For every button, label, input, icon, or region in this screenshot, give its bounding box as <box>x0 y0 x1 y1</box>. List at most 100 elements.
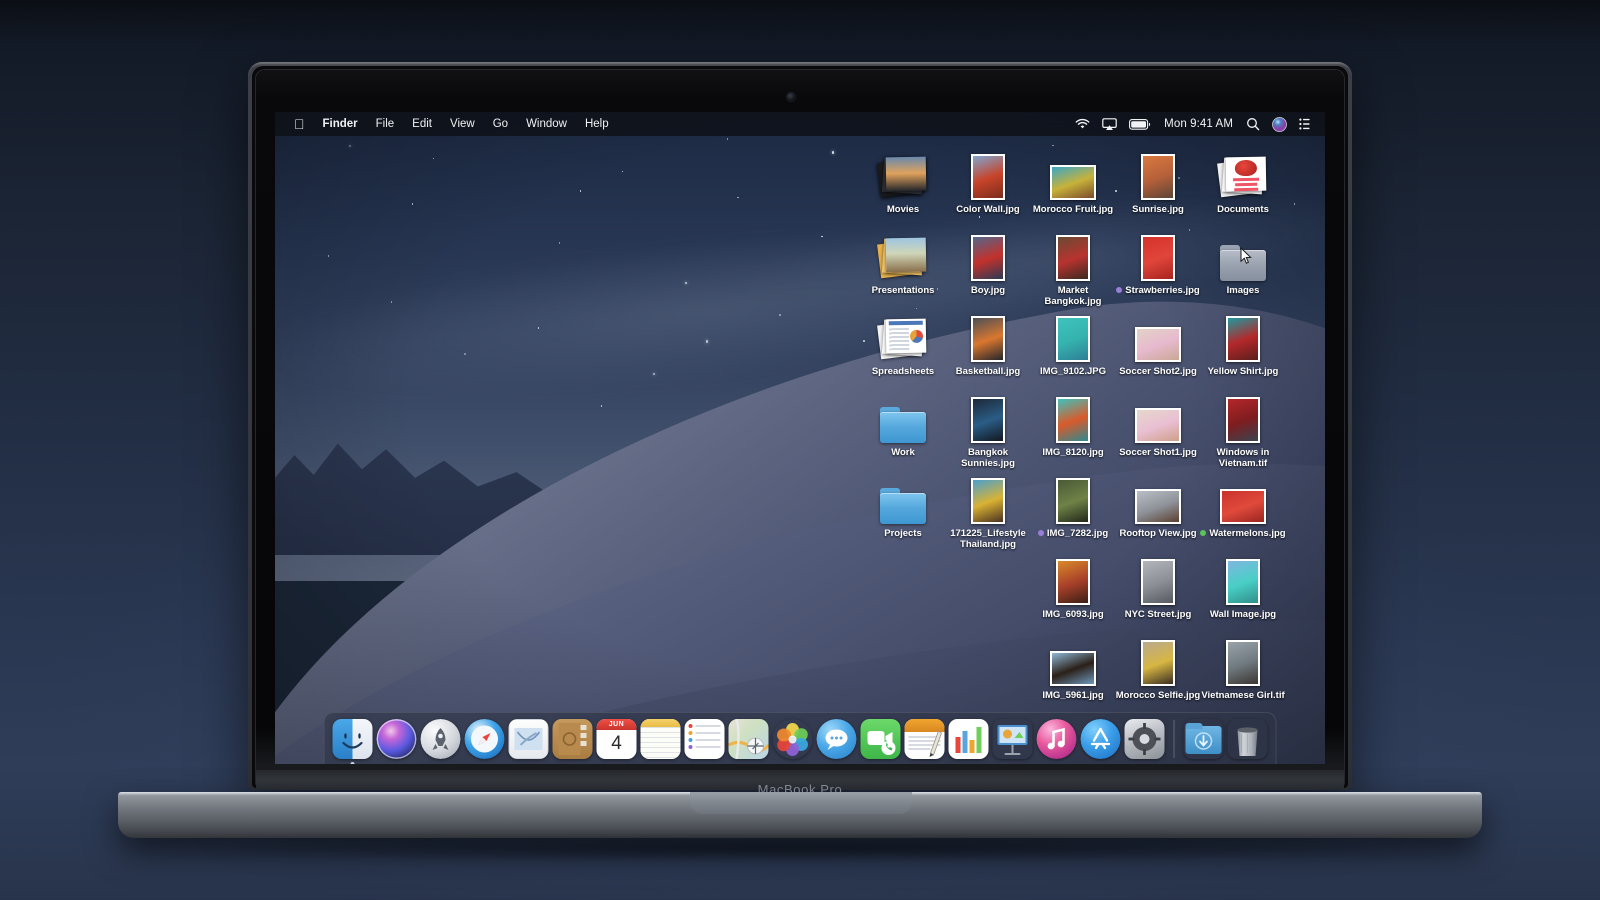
desktop-icon[interactable]: Rooftop View.jpg <box>1111 468 1205 539</box>
photo-thumbnail-image <box>973 237 1003 279</box>
search-icon[interactable] <box>1240 117 1266 131</box>
desktop-icon[interactable]: Presentations <box>856 225 950 296</box>
menu-item-file[interactable]: File <box>367 112 404 136</box>
photo-thumbnail <box>1056 235 1090 281</box>
itunes-icon[interactable] <box>1036 718 1077 759</box>
desktop-icon[interactable]: Work <box>856 387 950 458</box>
gear-icon[interactable] <box>1124 718 1165 759</box>
dock-item-facetime[interactable] <box>860 718 901 759</box>
dock-item-calendar[interactable]: JUN 4 <box>596 718 637 759</box>
reminders-icon[interactable] <box>684 718 725 759</box>
dock-item-notes[interactable] <box>640 718 681 759</box>
dock-item-finder[interactable] <box>332 718 373 764</box>
battery-icon[interactable] <box>1123 118 1157 130</box>
wifi-icon[interactable] <box>1069 118 1096 130</box>
photo-thumbnail <box>971 316 1005 362</box>
desktop-icon[interactable]: Morocco Selfie.jpg <box>1111 630 1205 701</box>
dock-item-siri[interactable] <box>376 718 417 759</box>
tag-dot <box>1200 530 1207 537</box>
dock-item-itunes[interactable] <box>1036 718 1077 759</box>
desktop-icon[interactable]: Windows in Vietnam.tif <box>1196 387 1290 469</box>
desktop-icon[interactable]: Vietnamese Girl.tif <box>1196 630 1290 701</box>
desktop-icon[interactable]: 171225_Lifestyle Thailand.jpg <box>941 468 1035 550</box>
dock-item-trash[interactable] <box>1228 719 1268 759</box>
appstore-icon[interactable] <box>1080 718 1121 759</box>
desktop-icon[interactable]: IMG_6093.jpg <box>1026 549 1120 620</box>
desktop-icon[interactable]: IMG_5961.jpg <box>1026 630 1120 701</box>
notes-icon[interactable] <box>640 718 681 759</box>
dock-item-reminders[interactable] <box>684 718 725 759</box>
mail-icon[interactable] <box>508 718 549 759</box>
menu-item-edit[interactable]: Edit <box>403 112 441 136</box>
numbers-icon[interactable] <box>948 718 989 759</box>
contacts-icon[interactable] <box>552 718 593 759</box>
calendar-icon[interactable]: JUN 4 <box>596 718 637 759</box>
photo-thumbnail <box>1220 489 1266 524</box>
dock-item-system-preferences[interactable] <box>1124 718 1165 759</box>
menu-bar-clock[interactable]: Mon 9:41 AM <box>1157 118 1240 130</box>
dock-item-app-store[interactable] <box>1080 718 1121 759</box>
menu-bar-status-area: Mon 9:41 AM <box>1069 116 1325 132</box>
desktop-icon-label: Wall Image.jpg <box>1209 609 1277 620</box>
desktop-icon[interactable]: Projects <box>856 468 950 539</box>
photos-icon[interactable] <box>773 719 813 759</box>
menu-item-window[interactable]: Window <box>517 112 576 136</box>
dock-item-photos[interactable] <box>773 719 813 759</box>
safari-icon[interactable] <box>464 718 505 759</box>
messages-icon[interactable] <box>816 718 857 759</box>
desktop-icon[interactable]: Boy.jpg <box>941 225 1035 296</box>
menu-item-finder[interactable]: Finder <box>314 112 367 136</box>
siri-icon[interactable] <box>376 718 417 759</box>
desktop-icon[interactable]: IMG_8120.jpg <box>1026 387 1120 458</box>
downloads-folder-icon[interactable] <box>1184 719 1224 759</box>
macbook-pro-laptop: MacBook Pro  FinderFileEditViewGoWindow… <box>0 0 1600 900</box>
menu-item-view[interactable]: View <box>441 112 484 136</box>
photo-thumbnail <box>1141 235 1175 281</box>
control-center-list-icon[interactable] <box>1293 118 1316 130</box>
dock-item-keynote[interactable] <box>993 719 1033 759</box>
dock-item-pages[interactable] <box>904 718 945 759</box>
finder-icon[interactable] <box>332 718 373 759</box>
desktop-icon[interactable]: Wall Image.jpg <box>1196 549 1290 620</box>
desktop-icon[interactable]: Spreadsheets <box>856 306 950 377</box>
desktop-icon[interactable]: Strawberries.jpg <box>1111 225 1205 296</box>
desktop-icon[interactable]: Bangkok Sunnies.jpg <box>941 387 1035 469</box>
keynote-icon[interactable] <box>993 719 1033 759</box>
dock-item-contacts[interactable] <box>552 718 593 759</box>
apple-logo-icon[interactable]:  <box>285 112 314 136</box>
pages-icon[interactable] <box>904 718 945 759</box>
stack-icon-sheets <box>877 318 929 362</box>
desktop-icon[interactable]: Sunrise.jpg <box>1111 144 1205 215</box>
airplay-icon[interactable] <box>1096 117 1123 131</box>
launchpad-icon[interactable] <box>420 718 461 759</box>
desktop-icon[interactable]: IMG_7282.jpg <box>1026 468 1120 539</box>
dock-item-mail[interactable] <box>508 718 549 759</box>
menu-item-go[interactable]: Go <box>484 112 517 136</box>
desktop-icon[interactable]: Movies <box>856 144 950 215</box>
dock-item-safari[interactable] <box>464 718 505 759</box>
desktop-icon[interactable]: Color Wall.jpg <box>941 144 1035 215</box>
siri-icon[interactable] <box>1266 116 1293 132</box>
desktop-icon[interactable]: Basketball.jpg <box>941 306 1035 377</box>
desktop-icon[interactable]: Market Bangkok.jpg <box>1026 225 1120 307</box>
desktop-icon[interactable]: Documents <box>1196 144 1290 215</box>
dock-item-messages[interactable] <box>816 718 857 759</box>
desktop-icon-label: Work <box>891 447 915 458</box>
photo-thumbnail <box>1141 154 1175 200</box>
desktop-icon[interactable]: Morocco Fruit.jpg <box>1026 144 1120 215</box>
desktop-icon[interactable]: Soccer Shot1.jpg <box>1111 387 1205 458</box>
desktop-icon-label: Watermelons.jpg <box>1196 528 1290 539</box>
facetime-icon[interactable] <box>860 718 901 759</box>
maps-icon[interactable] <box>728 718 769 759</box>
dock-item-numbers[interactable] <box>948 718 989 759</box>
desktop-icon[interactable]: Watermelons.jpg <box>1196 468 1290 539</box>
dock-item-launchpad[interactable] <box>420 718 461 759</box>
trash-icon[interactable] <box>1228 719 1268 759</box>
dock-item-downloads[interactable] <box>1184 719 1224 759</box>
desktop-icon[interactable]: Soccer Shot2.jpg <box>1111 306 1205 377</box>
menu-item-help[interactable]: Help <box>576 112 618 136</box>
dock-item-maps[interactable] <box>728 718 769 759</box>
desktop-icon[interactable]: Yellow Shirt.jpg <box>1196 306 1290 377</box>
desktop-icon[interactable]: NYC Street.jpg <box>1111 549 1205 620</box>
desktop-icon[interactable]: IMG_9102.JPG <box>1026 306 1120 377</box>
